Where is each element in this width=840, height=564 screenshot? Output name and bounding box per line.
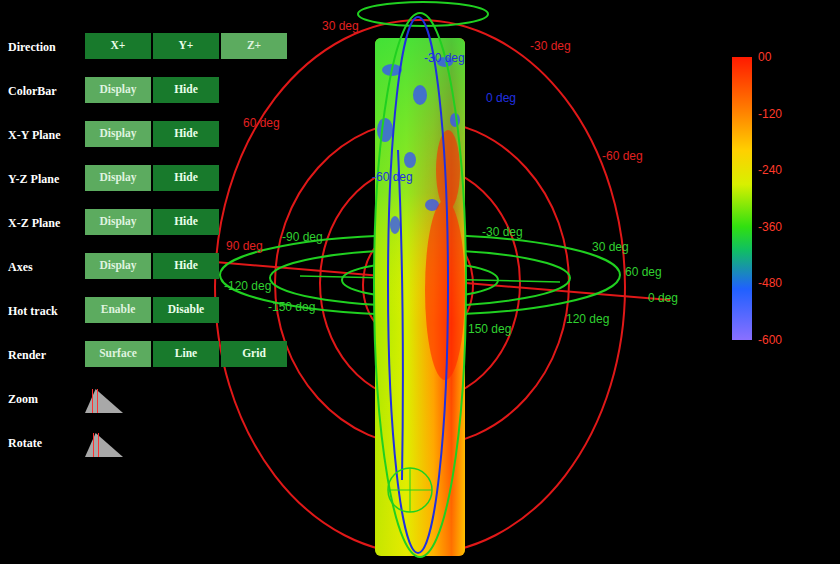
control-label: X-Y Plane [8,121,85,144]
option-button[interactable]: Display [85,121,151,147]
control-label: X-Z Plane [8,209,85,232]
yz-inner-ring [388,17,448,553]
control-label: Axes [8,253,85,276]
slider-thumb[interactable] [92,389,98,413]
option-button[interactable]: Line [153,341,219,367]
viewer: 30 deg -30 deg 60 deg -60 deg 90 deg -90 deg -… [0,0,840,564]
control-row: AxesDisplayHide [8,253,289,297]
control-label: Hot track [8,297,85,320]
option-button[interactable]: Surface [85,341,151,367]
option-button[interactable]: Display [85,165,151,191]
control-panel: DirectionX+Y+Z+ColorBarDisplayHideX-Y Pl… [0,0,289,564]
angle-label: -30 deg [482,225,523,239]
control-row: Zoom [8,385,289,429]
angle-label: 90 deg [226,239,263,253]
control-label: ColorBar [8,77,85,100]
option-button[interactable]: Hide [153,209,219,235]
angle-label: 0 deg [648,291,678,305]
color-tick: -240 [758,162,782,178]
option-button[interactable]: Hide [153,77,219,103]
option-button[interactable]: Grid [221,341,287,367]
z-meridian [398,150,403,480]
control-row: Rotate [8,429,289,473]
slider-thumb[interactable] [93,433,99,457]
angle-label: 30 deg [592,240,629,254]
control-row: X-Z PlaneDisplayHide [8,209,289,253]
control-row: Y-Z PlaneDisplayHide [8,165,289,209]
color-tick: -120 [758,106,782,122]
option-button[interactable]: X+ [85,33,151,59]
axis-marker [388,468,432,512]
option-button[interactable]: Display [85,209,151,235]
option-button[interactable]: Disable [153,297,219,323]
option-button[interactable]: Display [85,253,151,279]
angle-label: -60 deg [602,149,643,163]
control-label: Rotate [8,429,85,452]
control-row: DirectionX+Y+Z+ [8,33,289,77]
control-label: Direction [8,33,85,56]
option-button[interactable]: Z+ [221,33,287,59]
option-button[interactable]: Y+ [153,33,219,59]
axis-marker-v [410,468,411,512]
control-row: RenderSurfaceLineGrid [8,341,289,385]
angle-label: -30 deg [424,51,465,65]
angle-label: 0 deg [486,91,516,105]
option-button[interactable]: Hide [153,121,219,147]
color-tick: 00 [758,49,782,65]
color-tick: -360 [758,219,782,235]
option-button[interactable]: Display [85,77,151,103]
angle-label: 120 deg [566,312,609,326]
angle-label: -90 deg [282,230,323,244]
angle-label: 30 deg [322,19,359,33]
slider-track [85,433,123,457]
angle-label: 60 deg [243,116,280,130]
control-label: Zoom [8,385,85,408]
color-tick: -480 [758,275,782,291]
angle-label: -60 deg [372,170,413,184]
angle-label: 60 deg [625,265,662,279]
angle-label: 150 deg [468,322,511,336]
control-label: Y-Z Plane [8,165,85,188]
yz-ring [374,13,466,557]
option-button[interactable]: Hide [153,253,219,279]
color-scale [732,57,752,340]
angle-label: -30 deg [530,39,571,53]
slider[interactable] [85,389,123,413]
control-label: Render [8,341,85,364]
angle-label: -150 deg [268,300,315,314]
option-button[interactable]: Hide [153,165,219,191]
slider[interactable] [85,433,123,457]
color-bar: 00-120-240-360-480-600 [732,57,782,340]
control-row: Hot trackEnableDisable [8,297,289,341]
control-row: X-Y PlaneDisplayHide [8,121,289,165]
option-button[interactable]: Enable [85,297,151,323]
color-tick: -600 [758,332,782,348]
control-row: ColorBarDisplayHide [8,77,289,121]
angle-label: -120 deg [224,279,271,293]
color-ticks: 00 -120 -240 -360 -480 -600 [752,49,782,348]
